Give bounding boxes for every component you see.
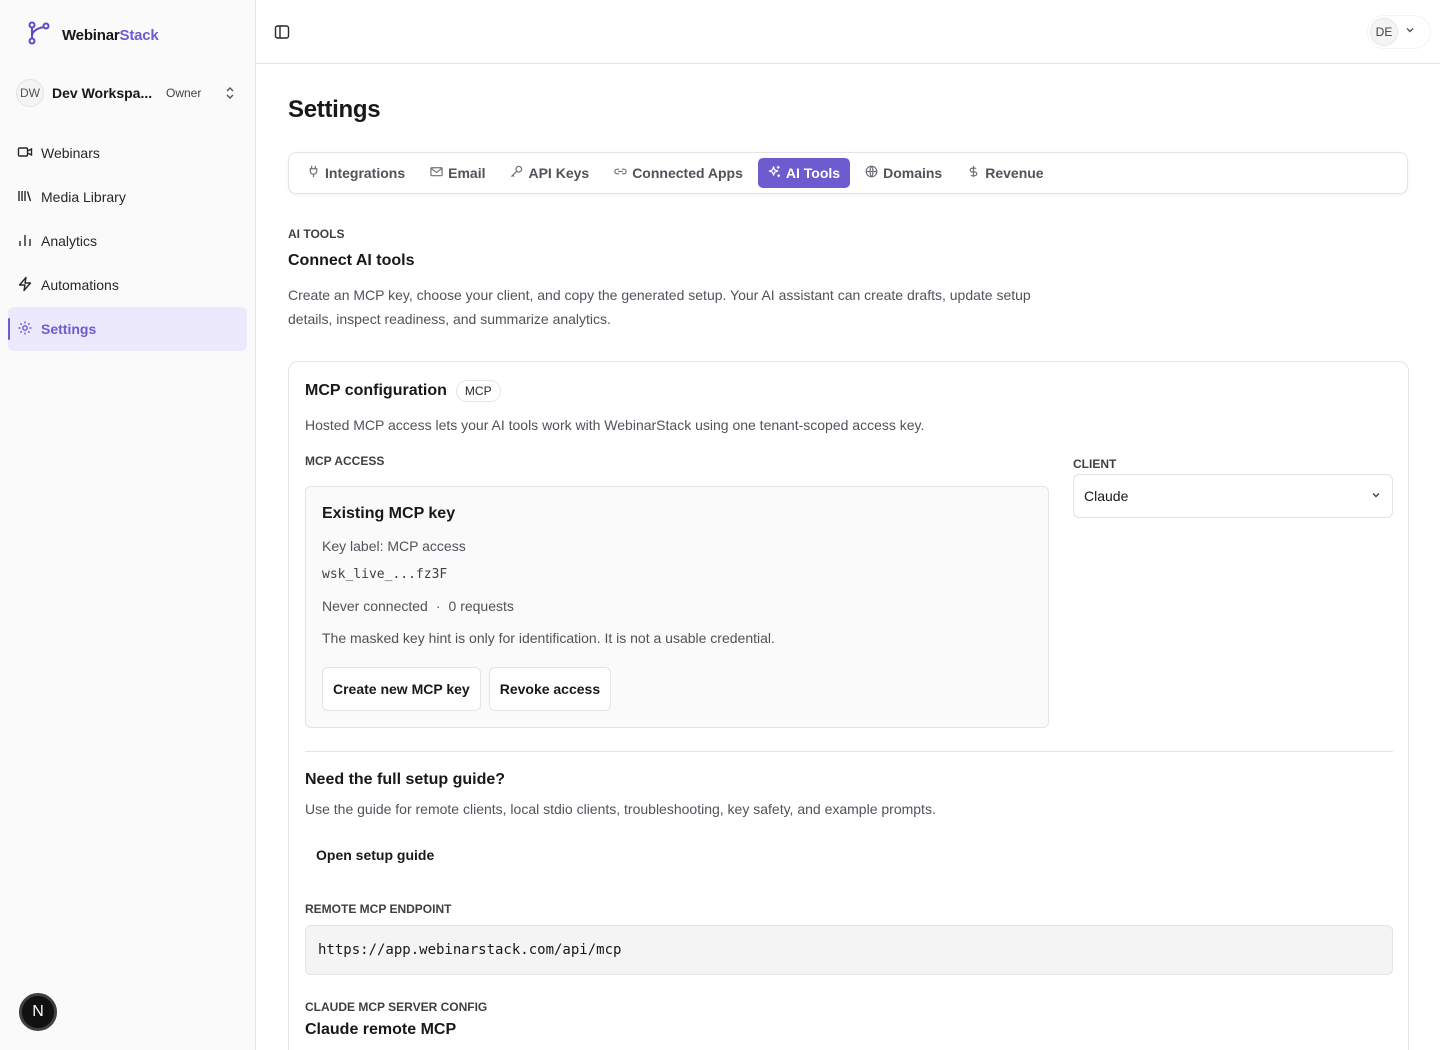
tab-label: Email — [448, 165, 486, 181]
sparkles-icon — [768, 165, 781, 181]
plug-icon — [307, 165, 320, 181]
brand-name-part1: Webinar — [62, 27, 120, 44]
bar-chart-icon — [17, 232, 33, 251]
key-status: Never connected — [322, 598, 428, 614]
tab-domains[interactable]: Domains — [855, 158, 952, 188]
section-description: Create an MCP key, choose your client, a… — [288, 287, 1031, 327]
user-avatar: DE — [1370, 18, 1398, 46]
endpoint-label: REMOTE MCP ENDPOINT — [305, 902, 452, 916]
workspace-name: Dev Workspa... — [52, 85, 152, 101]
section-eyebrow: AI TOOLS — [288, 227, 345, 241]
mcp-access-label: MCP ACCESS — [305, 454, 385, 468]
topbar: DE — [256, 0, 1440, 64]
tab-connected-apps[interactable]: Connected Apps — [604, 158, 753, 188]
config-title: Claude remote MCP — [305, 1021, 457, 1038]
chevrons-up-down-icon — [222, 85, 238, 106]
tab-label: Integrations — [325, 165, 406, 181]
lightning-icon — [17, 276, 33, 295]
card-title: MCP configuration — [305, 382, 447, 399]
key-meta: Never connected · 0 requests — [322, 598, 514, 614]
floating-dev-badge[interactable]: N — [19, 993, 57, 1031]
masked-key: wsk_live_...fz3F — [322, 567, 448, 582]
key-actions: Create new MCP key Revoke access — [322, 667, 612, 711]
workspace-role: Owner — [166, 86, 202, 100]
tab-label: AI Tools — [785, 165, 841, 181]
video-icon — [17, 144, 33, 163]
sidebar-item-label: Webinars — [41, 145, 100, 161]
section-title: Connect AI tools — [288, 252, 415, 269]
mcp-configuration-card: MCP configuration MCP Hosted MCP access … — [288, 361, 1409, 1050]
divider — [305, 751, 1393, 752]
tab-label: Revenue — [985, 165, 1044, 181]
tab-ai-tools[interactable]: AI Tools — [757, 158, 851, 188]
revoke-access-button[interactable]: Revoke access — [488, 667, 612, 711]
workspace-avatar: DW — [16, 79, 44, 107]
tab-integrations[interactable]: Integrations — [297, 158, 415, 188]
key-requests: 0 requests — [448, 598, 514, 614]
badge-letter: N — [32, 1003, 44, 1020]
client-select[interactable]: Claude — [1073, 474, 1393, 518]
settings-tabs: Integrations Email API Keys Connected Ap… — [288, 152, 1408, 194]
sidebar-nav: Webinars Media Library Analytics Automat… — [8, 131, 247, 351]
guide-description: Use the guide for remote clients, local … — [305, 801, 936, 817]
endpoint-field[interactable]: https://app.webinarstack.com/api/mcp — [305, 925, 1393, 975]
sidebar: WebinarStack DW Dev Workspa... Owner Web… — [0, 0, 256, 1050]
sidebar-item-label: Media Library — [41, 189, 126, 205]
workspace-switcher[interactable]: DW Dev Workspa... Owner — [16, 79, 244, 107]
key-label: Key label: MCP access — [322, 538, 466, 554]
sidebar-item-analytics[interactable]: Analytics — [8, 219, 247, 263]
sidebar-item-label: Analytics — [41, 233, 98, 249]
tab-label: Connected Apps — [632, 165, 743, 181]
mail-icon — [430, 165, 443, 181]
key-icon — [510, 165, 523, 181]
tab-revenue[interactable]: Revenue — [957, 158, 1053, 188]
dollar-icon — [967, 165, 980, 181]
link-icon — [614, 165, 627, 181]
tab-api-keys[interactable]: API Keys — [500, 158, 599, 188]
sidebar-item-settings[interactable]: Settings — [8, 307, 247, 351]
config-label: CLAUDE MCP SERVER CONFIG — [305, 1000, 488, 1014]
mcp-badge: MCP — [455, 380, 501, 402]
page-title: Settings — [288, 96, 381, 123]
brand-name-part2: Stack — [119, 27, 159, 44]
library-icon — [17, 188, 33, 207]
logo-icon — [26, 20, 52, 51]
user-menu[interactable]: DE — [1368, 16, 1430, 48]
tab-email[interactable]: Email — [420, 158, 495, 188]
key-title: Existing MCP key — [322, 505, 456, 522]
existing-key-panel: Existing MCP key Key label: MCP access w… — [305, 486, 1049, 728]
create-key-button[interactable]: Create new MCP key — [322, 667, 481, 711]
card-description: Hosted MCP access lets your AI tools wor… — [305, 417, 925, 433]
guide-title: Need the full setup guide? — [305, 771, 506, 788]
sidebar-item-automations[interactable]: Automations — [8, 263, 247, 307]
card-header: MCP configuration MCP — [305, 380, 501, 402]
chevron-down-icon — [1370, 488, 1382, 504]
brand[interactable]: WebinarStack — [26, 20, 159, 51]
brand-name: WebinarStack — [62, 27, 159, 44]
gear-icon — [17, 320, 33, 339]
meta-separator: · — [435, 598, 441, 614]
client-select-value: Claude — [1084, 488, 1129, 504]
sidebar-item-webinars[interactable]: Webinars — [8, 131, 247, 175]
open-setup-guide-link[interactable]: Open setup guide — [316, 847, 434, 863]
chevron-down-icon — [1404, 23, 1416, 41]
tab-label: API Keys — [528, 165, 590, 181]
sidebar-toggle-icon[interactable] — [274, 24, 290, 45]
globe-icon — [865, 165, 878, 181]
sidebar-item-media-library[interactable]: Media Library — [8, 175, 247, 219]
tab-label: Domains — [883, 165, 943, 181]
sidebar-item-label: Automations — [41, 277, 119, 293]
sidebar-item-label: Settings — [41, 321, 97, 337]
client-label: CLIENT — [1073, 457, 1117, 471]
key-note: The masked key hint is only for identifi… — [322, 630, 775, 646]
